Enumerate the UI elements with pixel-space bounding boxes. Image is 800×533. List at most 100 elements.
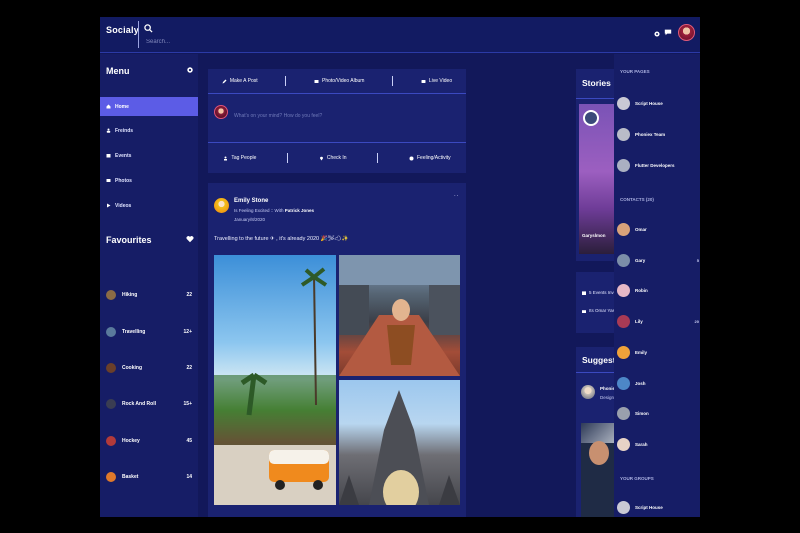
hockey-icon [106, 436, 116, 446]
album-icon [314, 79, 319, 83]
divider [138, 21, 139, 48]
friends-icon [106, 128, 111, 133]
guitar-icon [106, 399, 116, 409]
top-bar: Socialy [100, 17, 700, 53]
check-in-button[interactable]: Check In [319, 155, 347, 161]
sidebar-item-photos[interactable]: Photos [100, 171, 198, 190]
page-avatar [617, 127, 630, 141]
sidebar-item-friends[interactable]: Freinds [100, 121, 198, 140]
pencil-icon [222, 79, 227, 83]
post-photo-temple[interactable] [339, 380, 460, 505]
sidebar-item-label: Freinds [115, 127, 134, 134]
favourites-title: Favourites [106, 235, 152, 245]
contact-item[interactable]: Sarah [617, 437, 699, 451]
home-icon [106, 104, 111, 109]
photo-icon [106, 179, 111, 182]
gear-icon[interactable] [186, 66, 194, 74]
divider [285, 76, 287, 86]
contact-avatar [617, 437, 630, 451]
post-feeling: Is Feeling Excited :: With Patrick Jones [234, 208, 315, 213]
gift-icon [582, 309, 586, 313]
favourite-item-hockey[interactable]: Hockey 45 [106, 435, 192, 447]
favourite-item-hiking[interactable]: Hiking 22 [106, 289, 192, 301]
post-input[interactable] [234, 111, 434, 121]
page-item[interactable]: Phoniex Team [617, 127, 699, 141]
notification-icon[interactable] [653, 30, 661, 38]
contact-avatar [617, 376, 630, 390]
group-avatar [617, 500, 630, 514]
group-item[interactable]: Script House [617, 500, 699, 514]
hiking-icon [106, 290, 116, 300]
favourite-item-basket[interactable]: Basket 14 [106, 471, 192, 483]
more-options-icon[interactable]: .. [454, 192, 459, 198]
location-pin-icon [319, 156, 323, 160]
post-date: January/8/2020 [234, 217, 266, 222]
page-avatar [617, 158, 630, 172]
heart-icon[interactable] [186, 235, 194, 243]
post-photo-street[interactable] [339, 255, 460, 376]
stories-title: Stories [582, 78, 611, 88]
story-avatar [583, 110, 599, 126]
photo-video-album-tab[interactable]: Photo/Video Album [314, 78, 364, 84]
contact-item[interactable]: Josh [617, 376, 699, 390]
contact-avatar [617, 283, 630, 297]
make-post-tab[interactable]: Make A Post [222, 78, 258, 84]
user-tag-icon [224, 156, 228, 160]
contact-item[interactable]: Robin [617, 283, 699, 297]
contact-item[interactable]: Gary 5 [617, 253, 699, 267]
message-icon[interactable] [664, 28, 672, 36]
contacts-heading: CONTACTS (20) [620, 197, 654, 202]
composer-actions: Tag People Check In Feeling/Activity [208, 142, 466, 173]
calendar-icon [582, 290, 586, 295]
contact-avatar [617, 314, 630, 328]
profile-avatar[interactable] [678, 24, 695, 41]
search-input[interactable] [146, 37, 226, 47]
suggested-avatar[interactable] [581, 385, 595, 399]
cooking-icon [106, 363, 116, 373]
live-video-tab[interactable]: Live Video [421, 78, 452, 84]
left-sidebar: Menu Home Freinds Events Photos Videos F… [100, 54, 198, 517]
tagged-user[interactable]: Patrick Jones [285, 208, 314, 213]
tag-people-button[interactable]: Tag People [223, 155, 256, 161]
search-icon[interactable] [144, 24, 153, 33]
post-card: Emily Stone Is Feeling Excited :: With P… [208, 183, 466, 517]
page-item[interactable]: Script House [617, 96, 699, 110]
divider [287, 153, 289, 163]
sidebar-item-events[interactable]: Events [100, 146, 198, 165]
right-sidebar: YOUR PAGES Script House Phoniex Team Flu… [614, 54, 700, 517]
sidebar-item-videos[interactable]: Videos [100, 196, 198, 215]
video-icon [421, 79, 426, 83]
menu-title: Menu [106, 66, 130, 76]
page-avatar [617, 96, 630, 110]
contact-item[interactable]: Omar [617, 222, 699, 236]
post-photo-van[interactable] [214, 255, 336, 505]
feeling-activity-button[interactable]: Feeling/Activity [409, 155, 451, 161]
divider [392, 76, 394, 86]
favourite-item-rock-and-roll[interactable]: Rock And Roll 15+ [106, 398, 192, 410]
contact-item[interactable]: Lily 20 [617, 314, 699, 328]
favourite-item-travelling[interactable]: Travelling 12+ [106, 326, 192, 338]
page-item[interactable]: Flutter Developers [617, 158, 699, 172]
composer-tabs: Make A Post Photo/Video Album Live Video [208, 69, 466, 94]
basketball-icon [106, 472, 116, 482]
favourite-item-cooking[interactable]: Cooking 22 [106, 362, 192, 374]
author-avatar[interactable] [214, 198, 229, 213]
sidebar-item-label: Photos [115, 177, 132, 184]
user-avatar [214, 105, 228, 119]
brand-logo[interactable]: Socialy [106, 25, 139, 35]
author-name[interactable]: Emily Stone [234, 198, 268, 204]
sidebar-item-home[interactable]: Home [100, 97, 198, 116]
sidebar-item-label: Videos [115, 202, 132, 209]
divider [377, 153, 379, 163]
contact-item[interactable]: Emily [617, 345, 699, 359]
sidebar-item-label: Home [115, 103, 129, 110]
contact-avatar [617, 406, 630, 420]
contact-avatar [617, 222, 630, 236]
post-composer: Make A Post Photo/Video Album Live Video… [208, 69, 466, 173]
travel-icon [106, 327, 116, 337]
calendar-icon [106, 154, 111, 158]
contact-avatar [617, 253, 630, 267]
contact-item[interactable]: Simon [617, 406, 699, 420]
post-caption: Travelling to the future ✈ , it's alread… [214, 236, 349, 242]
sidebar-item-label: Events [115, 152, 132, 159]
